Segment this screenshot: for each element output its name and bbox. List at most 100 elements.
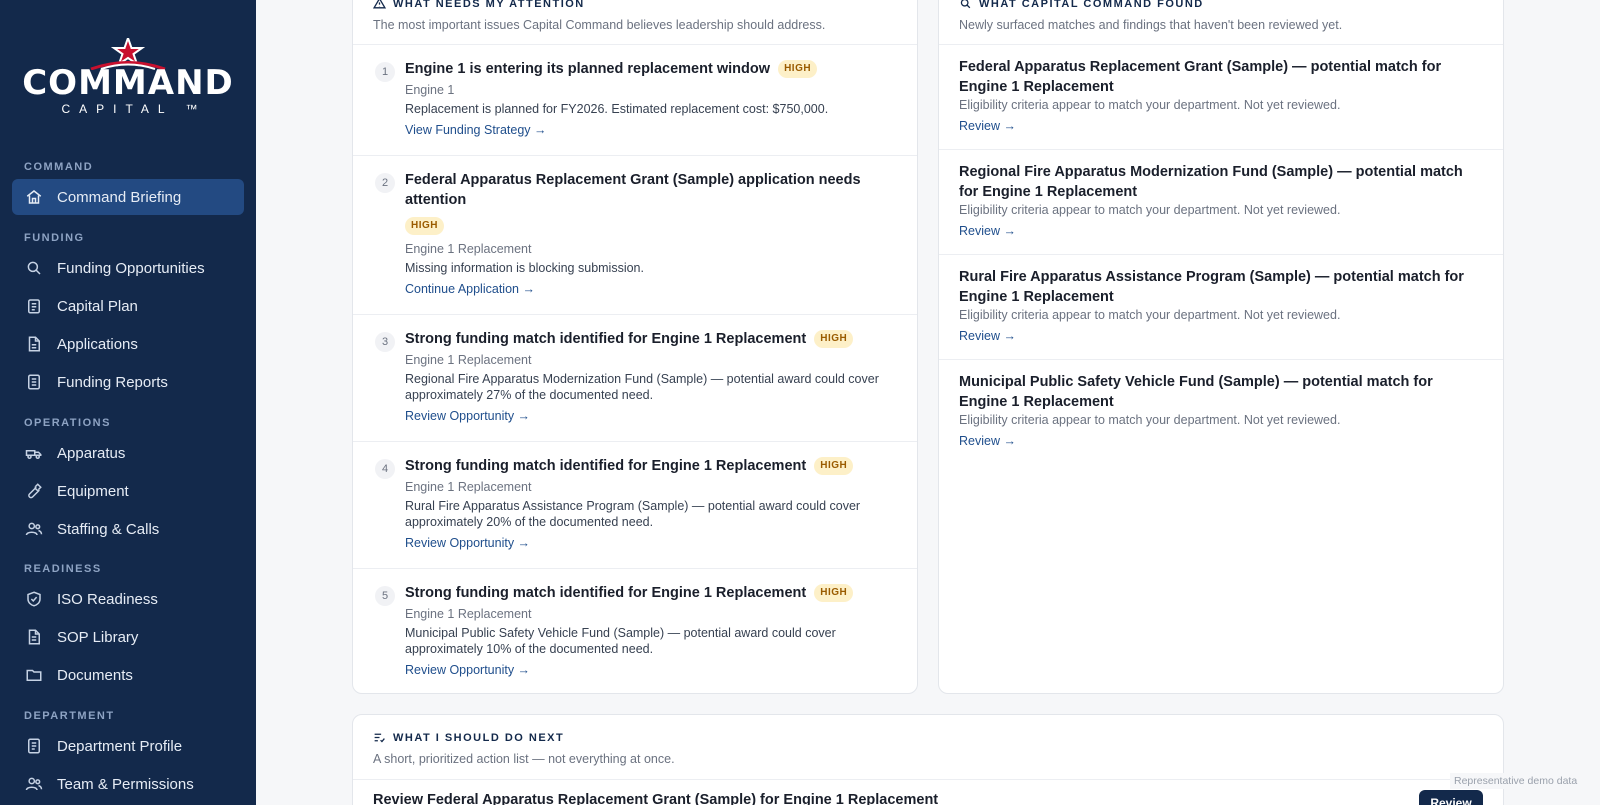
sidebar-item-label: Staffing & Calls <box>57 520 160 538</box>
sidebar-item-command-briefing[interactable]: Command Briefing <box>12 179 244 215</box>
found-item-title: Rural Fire Apparatus Assistance Program … <box>959 269 1464 305</box>
sidebar-item-staffing-calls[interactable]: Staffing & Calls <box>12 511 244 547</box>
review-button[interactable]: Review <box>1419 790 1483 805</box>
item-number: 4 <box>375 459 395 479</box>
attention-section-title: WHAT NEEDS MY ATTENTION <box>373 0 825 10</box>
review-link[interactable]: Review → <box>959 434 1016 448</box>
document-icon <box>28 629 40 645</box>
sidebar-item-apparatus[interactable]: Apparatus <box>12 435 244 471</box>
sidebar-item-funding-reports[interactable]: Funding Reports <box>12 364 244 400</box>
sidebar-item-label: Capital Plan <box>57 297 138 315</box>
found-item: Rural Fire Apparatus Assistance Program … <box>939 254 1503 359</box>
next-section-title: WHAT I SHOULD DO NEXT <box>373 731 675 744</box>
users-icon <box>25 522 43 536</box>
shield-check-icon <box>27 591 41 607</box>
found-item-subtitle: Eligibility criteria appear to match you… <box>959 413 1341 427</box>
sidebar-item-label: Team & Permissions <box>57 775 194 793</box>
found-item-title: Regional Fire Apparatus Modernization Fu… <box>959 164 1463 200</box>
clipboard-icon <box>28 299 40 314</box>
item-description: Replacement is planned for FY2026. Estim… <box>405 102 829 116</box>
item-title: Engine 1 is entering its planned replace… <box>405 59 818 79</box>
priority-badge: HIGH <box>814 584 854 603</box>
found-item-title: Municipal Public Safety Vehicle Fund (Sa… <box>959 374 1433 410</box>
truck-icon <box>25 450 42 459</box>
sidebar-item-team-permissions[interactable]: Team & Permissions <box>12 766 244 802</box>
sidebar-item-label: Applications <box>57 335 138 353</box>
sidebar-item-applications[interactable]: Applications <box>12 326 244 362</box>
review-opportunity-link[interactable]: Review Opportunity → <box>405 663 530 677</box>
home-icon <box>26 190 42 204</box>
sidebar-item-funding-opportunities[interactable]: Funding Opportunities <box>12 250 244 286</box>
found-item: Regional Fire Apparatus Modernization Fu… <box>939 149 1503 254</box>
sidebar-item-equipment[interactable]: Equipment <box>12 473 244 509</box>
attention-item: 1 Engine 1 is entering its planned repla… <box>353 44 917 155</box>
item-subject: Engine 1 Replacement <box>405 607 532 621</box>
next-card: WHAT I SHOULD DO NEXT A short, prioritiz… <box>352 714 1504 805</box>
sidebar-item-label: Department Profile <box>57 737 183 755</box>
found-item: Federal Apparatus Replacement Grant (Sam… <box>939 44 1503 149</box>
priority-badge: HIGH <box>778 60 818 79</box>
report-icon <box>28 374 40 390</box>
item-number: 1 <box>375 62 395 82</box>
sidebar-item-iso-readiness[interactable]: ISO Readiness <box>12 581 244 617</box>
found-item: Municipal Public Safety Vehicle Fund (Sa… <box>939 359 1503 464</box>
sidebar-item-label: Equipment <box>57 482 129 500</box>
sidebar-item-sop-library[interactable]: SOP Library <box>12 619 244 655</box>
sidebar-item-department-profile[interactable]: Department Profile <box>12 728 244 764</box>
review-link[interactable]: Review → <box>959 224 1016 238</box>
sidebar-item-label: SOP Library <box>57 628 139 646</box>
found-item-title: Federal Apparatus Replacement Grant (Sam… <box>959 59 1442 95</box>
item-subject: Engine 1 Replacement <box>405 242 532 256</box>
item-subject: Engine 1 <box>405 83 455 97</box>
priority-badge: HIGH <box>814 457 854 476</box>
nav-section-readiness: READINESS <box>24 563 102 575</box>
search-icon <box>960 0 971 9</box>
attention-item: 2 Federal Apparatus Replacement Grant (S… <box>353 155 917 314</box>
sidebar-item-label: Documents <box>57 666 133 684</box>
sidebar: COMMAND CAPITAL ™ COMMAND Command Briefi… <box>0 0 256 805</box>
item-title: Federal Apparatus Replacement Grant (Sam… <box>405 172 861 208</box>
item-subject: Engine 1 Replacement <box>405 353 532 367</box>
view-funding-strategy-link[interactable]: View Funding Strategy → <box>405 123 547 137</box>
sidebar-item-label: Funding Reports <box>57 373 168 391</box>
next-action-row: Review Federal Apparatus Replacement Gra… <box>353 779 1503 805</box>
item-number: 3 <box>375 332 395 352</box>
nav-section-command: COMMAND <box>24 161 94 173</box>
attention-item: 4 Strong funding match identified for En… <box>353 441 917 568</box>
item-subject: Engine 1 Replacement <box>405 480 532 494</box>
nav-section-funding: FUNDING <box>24 232 85 244</box>
attention-item: 5 Strong funding match identified for En… <box>353 568 917 695</box>
profile-doc-icon <box>28 738 40 754</box>
priority-badge: HIGH <box>814 330 854 349</box>
continue-application-link[interactable]: Continue Application → <box>405 282 535 296</box>
review-opportunity-link[interactable]: Review Opportunity → <box>405 536 530 550</box>
warning-icon <box>373 0 386 9</box>
item-number: 2 <box>375 173 395 193</box>
sidebar-item-documents[interactable]: Documents <box>12 657 244 693</box>
nav-section-operations: OPERATIONS <box>24 417 111 429</box>
search-icon <box>27 261 41 275</box>
found-section-subtitle: Newly surfaced matches and findings that… <box>959 18 1343 32</box>
found-section-title: WHAT CAPITAL COMMAND FOUND <box>959 0 1342 10</box>
review-opportunity-link[interactable]: Review Opportunity → <box>405 409 530 423</box>
sidebar-item-label: ISO Readiness <box>57 590 158 608</box>
item-description: Missing information is blocking submissi… <box>405 261 644 275</box>
review-link[interactable]: Review → <box>959 119 1016 133</box>
next-action-title: Review Federal Apparatus Replacement Gra… <box>373 792 939 805</box>
wrench-icon <box>28 483 42 499</box>
file-icon <box>28 336 40 352</box>
sidebar-item-capital-plan[interactable]: Capital Plan <box>12 288 244 324</box>
next-section-subtitle: A short, prioritized action list — not e… <box>373 752 675 766</box>
nav-section-department: DEPARTMENT <box>24 710 115 722</box>
command-capital-logo[interactable]: COMMAND CAPITAL ™ <box>0 38 256 130</box>
attention-item: 3 Strong funding match identified for En… <box>353 314 917 441</box>
priority-badge: HIGH <box>405 217 444 235</box>
found-card: WHAT CAPITAL COMMAND FOUND Newly surface… <box>938 0 1504 694</box>
folder-icon <box>26 669 42 681</box>
item-title: Strong funding match identified for Engi… <box>405 583 854 603</box>
review-link[interactable]: Review → <box>959 329 1016 343</box>
found-item-subtitle: Eligibility criteria appear to match you… <box>959 308 1341 322</box>
priority-badge-wrap: HIGH <box>405 217 444 235</box>
demo-data-note: Representative demo data <box>1450 773 1582 789</box>
attention-card: WHAT NEEDS MY ATTENTION The most importa… <box>352 0 918 694</box>
